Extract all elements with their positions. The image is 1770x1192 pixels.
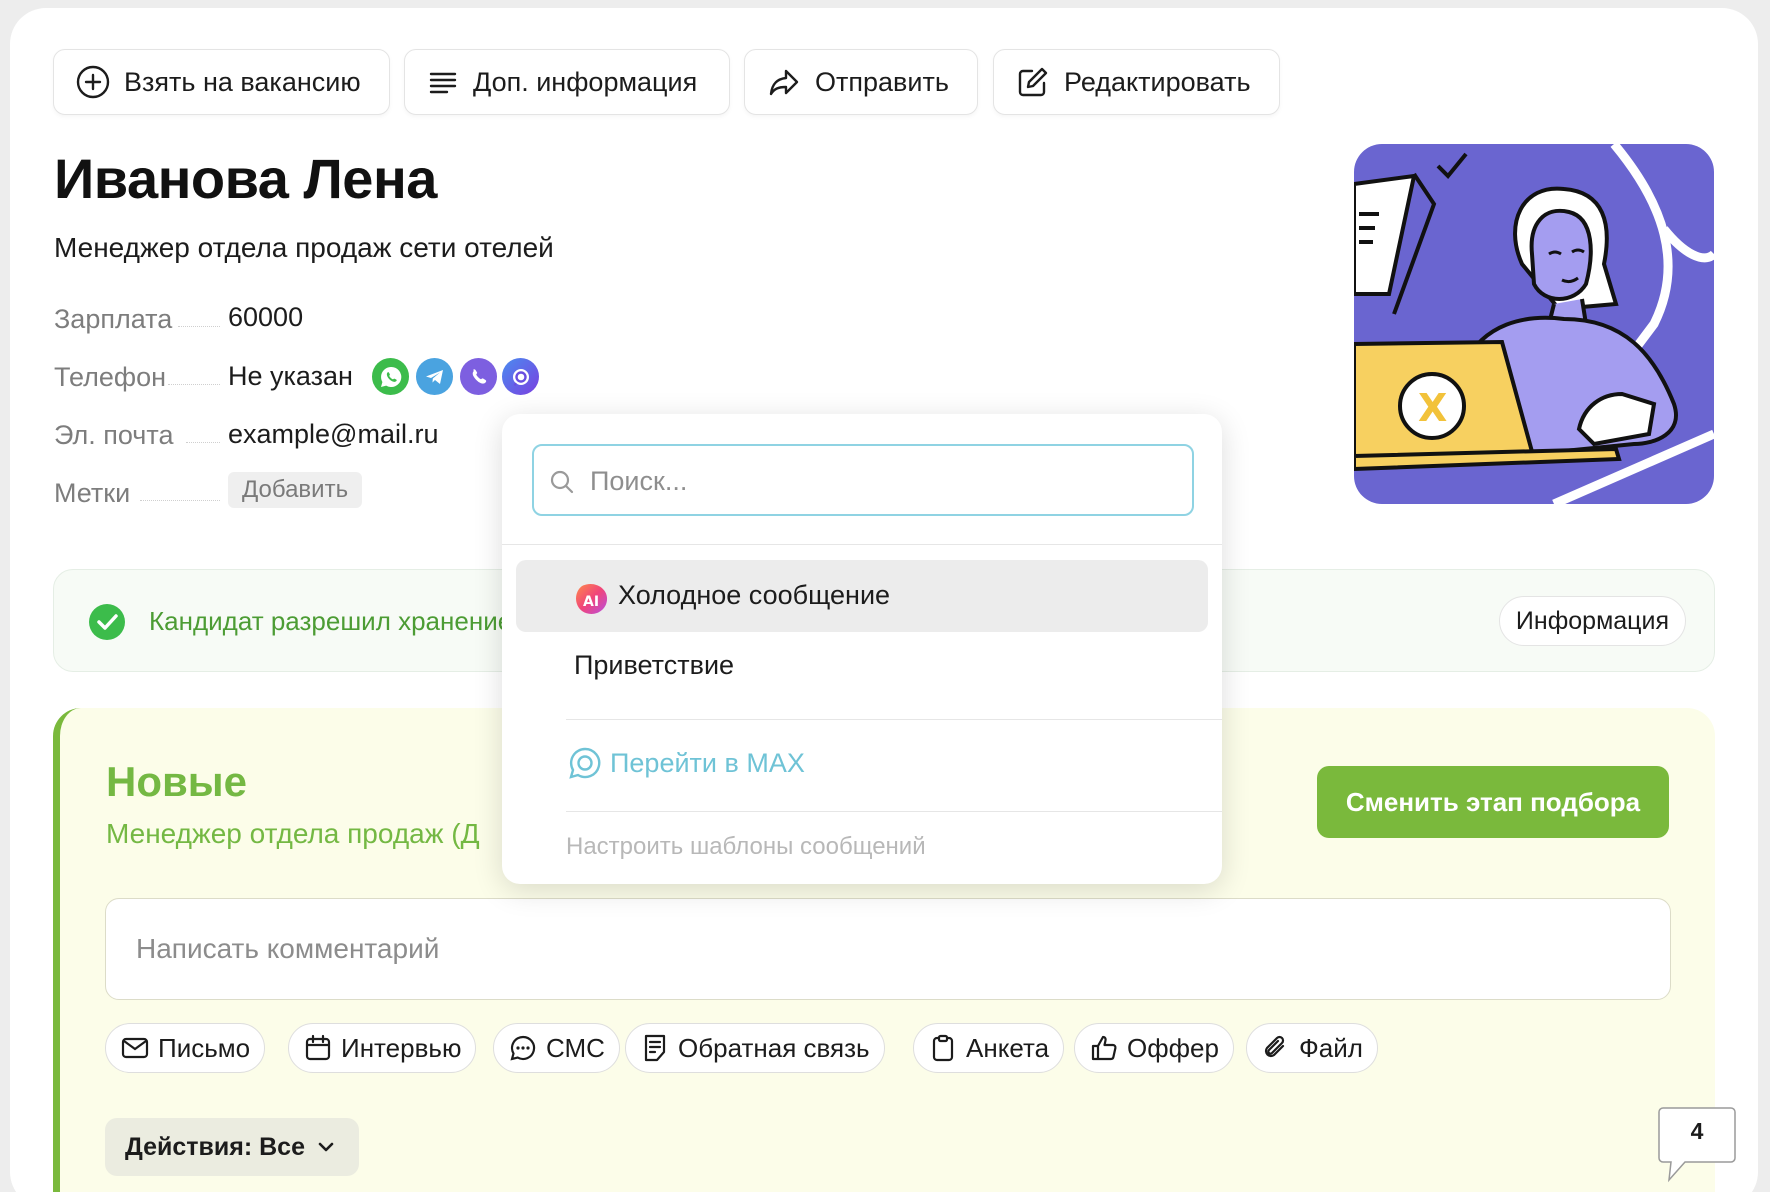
sms-bubble-icon: [510, 1035, 536, 1061]
template-item-greeting[interactable]: Приветствие: [574, 650, 734, 681]
action-label: Файл: [1299, 1032, 1363, 1063]
message-template-dropdown: Поиск... AI Холодное сообщение Приветств…: [502, 414, 1222, 884]
consent-text: Кандидат разрешил хранение: [149, 606, 513, 636]
change-stage-button[interactable]: Сменить этап подбора: [1317, 766, 1669, 838]
svg-text:X: X: [1418, 386, 1447, 430]
filter-label: Действия: Все: [125, 1132, 305, 1161]
actions-filter-dropdown[interactable]: Действия: Все: [105, 1118, 359, 1176]
divider: [566, 811, 1222, 812]
edit-button[interactable]: Редактировать: [993, 49, 1280, 115]
action-label: Обратная связь: [678, 1032, 870, 1063]
max-chat-icon: [569, 747, 601, 779]
calendar-icon: [305, 1034, 331, 1061]
salary-label: Зарплата: [54, 304, 173, 334]
action-label: Интервью: [341, 1032, 462, 1063]
telegram-icon[interactable]: [416, 358, 453, 395]
action-feedback-button[interactable]: Обратная связь: [625, 1023, 885, 1073]
edit-pencil-icon: [1018, 67, 1048, 97]
mail-icon: [121, 1037, 149, 1059]
search-icon: [550, 470, 574, 494]
action-letter-button[interactable]: Письмо: [105, 1023, 266, 1073]
phone-value: Не указан: [228, 361, 353, 391]
clipboard-icon: [932, 1034, 954, 1062]
feedback-doc-icon: [644, 1034, 666, 1062]
take-vacancy-label: Взять на вакансию: [124, 66, 361, 97]
send-button[interactable]: Отправить: [744, 49, 978, 115]
phone-leader: [168, 384, 220, 385]
info-button[interactable]: Информация: [1498, 596, 1686, 646]
ai-badge-icon: AI: [576, 583, 608, 614]
lines-icon: [429, 72, 457, 94]
stage-vacancy[interactable]: Менеджер отдела продаж (Д: [106, 818, 480, 850]
check-circle-icon: [89, 604, 125, 640]
divider: [566, 719, 1222, 720]
paperclip-icon: [1264, 1035, 1285, 1058]
action-offer-button[interactable]: Оффер: [1074, 1023, 1234, 1073]
action-label: Письмо: [158, 1032, 251, 1063]
add-tag-button[interactable]: Добавить: [228, 472, 363, 508]
configure-templates-link[interactable]: Настроить шаблоны сообщений: [566, 833, 926, 861]
tags-label: Метки: [54, 478, 131, 508]
action-sms-button[interactable]: СМС: [493, 1023, 620, 1073]
candidate-illustration: X: [1354, 144, 1714, 504]
chevron-down-icon: [318, 1142, 334, 1152]
thumbs-up-icon: [1091, 1035, 1117, 1061]
max-link-label: Перейти в MAX: [610, 747, 805, 778]
action-questionnaire-button[interactable]: Анкета: [913, 1023, 1065, 1073]
template-search-input[interactable]: Поиск...: [532, 444, 1194, 516]
whatsapp-icon[interactable]: [372, 358, 409, 395]
email-label: Эл. почта: [54, 420, 174, 450]
candidate-position: Менеджер отдела продаж сети отелей: [54, 232, 554, 263]
candidate-name: Иванова Лена: [54, 147, 437, 210]
more-info-label: Доп. информация: [473, 66, 698, 97]
more-info-button[interactable]: Доп. информация: [404, 49, 730, 115]
share-arrow-icon: [769, 69, 799, 96]
viber-icon[interactable]: [460, 358, 497, 395]
salary-value: 60000: [228, 302, 304, 332]
template-label: Холодное сообщение: [618, 580, 891, 610]
action-label: Оффер: [1127, 1032, 1219, 1063]
phone-label: Телефон: [54, 362, 167, 392]
divider: [502, 544, 1222, 545]
template-item-cold-message[interactable]: AI Холодное сообщение: [516, 560, 1208, 632]
action-file-button[interactable]: Файл: [1246, 1023, 1378, 1073]
action-label: СМС: [546, 1032, 605, 1063]
search-placeholder: Поиск...: [590, 466, 688, 496]
edit-label: Редактировать: [1064, 66, 1251, 97]
max-messenger-icon[interactable]: [502, 358, 539, 395]
salary-leader: [178, 326, 220, 327]
plus-circle-icon: [76, 65, 110, 99]
action-interview-button[interactable]: Интервью: [288, 1023, 477, 1073]
tags-leader: [140, 500, 220, 501]
stage-title: Новые: [106, 758, 248, 805]
chat-counter-badge[interactable]: 4: [1655, 1106, 1739, 1186]
chat-count: 4: [1690, 1118, 1704, 1144]
action-label: Анкета: [966, 1032, 1050, 1063]
comment-input[interactable]: Написать комментарий: [105, 898, 1671, 1000]
ai-badge-text: AI: [583, 594, 599, 610]
email-leader: [186, 442, 220, 443]
comment-placeholder: Написать комментарий: [136, 933, 440, 964]
take-vacancy-button[interactable]: Взять на вакансию: [53, 49, 390, 115]
go-to-max-link[interactable]: Перейти в MAX: [568, 746, 805, 780]
send-label: Отправить: [815, 66, 949, 97]
email-value[interactable]: example@mail.ru: [228, 419, 438, 450]
